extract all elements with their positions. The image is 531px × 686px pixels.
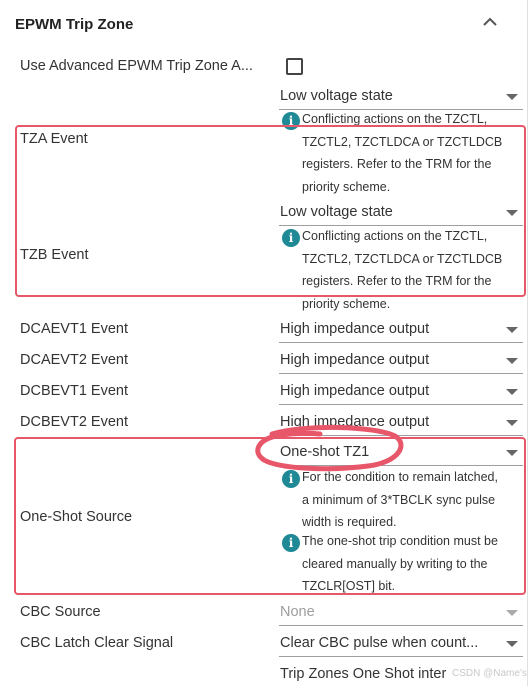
hand-drawn-circle-annotation [255, 424, 404, 472]
cbc-latch-clear-label: CBC Latch Clear Signal [20, 635, 174, 651]
dropdown-caret-icon [506, 327, 518, 333]
advanced-trip-zone-label: Use Advanced EPWM Trip Zone A... [20, 58, 253, 74]
cbc-source-value: None [280, 604, 315, 620]
dropdown-caret-icon [506, 610, 518, 616]
dcbevt2-label: DCBEVT2 Event [20, 414, 128, 430]
cbc-source-select[interactable]: None [279, 600, 523, 626]
dcaevt1-value: High impedance output [280, 321, 430, 337]
dcbevt1-select[interactable]: High impedance output [279, 379, 523, 405]
chevron-up-icon[interactable] [480, 12, 500, 32]
dropdown-caret-icon [506, 641, 518, 647]
cbc-latch-clear-value: Clear CBC pulse when count... [280, 635, 479, 651]
trip-zone-panel: EPWM Trip Zone Use Advanced EPWM Trip Zo… [0, 0, 528, 686]
tza-event-value: Low voltage state [280, 88, 393, 104]
dcbevt1-label: DCBEVT1 Event [20, 383, 128, 399]
dcaevt2-value: High impedance output [280, 352, 430, 368]
section-title: EPWM Trip Zone [15, 16, 134, 33]
dcaevt2-label: DCAEVT2 Event [20, 352, 128, 368]
section-header[interactable]: EPWM Trip Zone [0, 0, 528, 50]
trip-zones-one-shot-value: Trip Zones One Shot inter [280, 666, 447, 682]
watermark: CSDN @Name's [452, 668, 527, 679]
dcaevt1-select[interactable]: High impedance output [279, 317, 523, 343]
dcbevt1-value: High impedance output [280, 383, 430, 399]
dropdown-caret-icon [506, 358, 518, 364]
dropdown-caret-icon [506, 389, 518, 395]
cbc-latch-clear-select[interactable]: Clear CBC pulse when count... [279, 631, 523, 657]
dcaevt2-select[interactable]: High impedance output [279, 348, 523, 374]
dropdown-caret-icon [506, 420, 518, 426]
advanced-trip-zone-checkbox[interactable] [286, 58, 303, 75]
dcaevt1-label: DCAEVT1 Event [20, 321, 128, 337]
dropdown-caret-icon [506, 94, 518, 100]
cbc-source-label: CBC Source [20, 604, 101, 620]
highlight-box-tz-events [15, 125, 526, 297]
tza-event-select[interactable]: Low voltage state [279, 84, 523, 110]
